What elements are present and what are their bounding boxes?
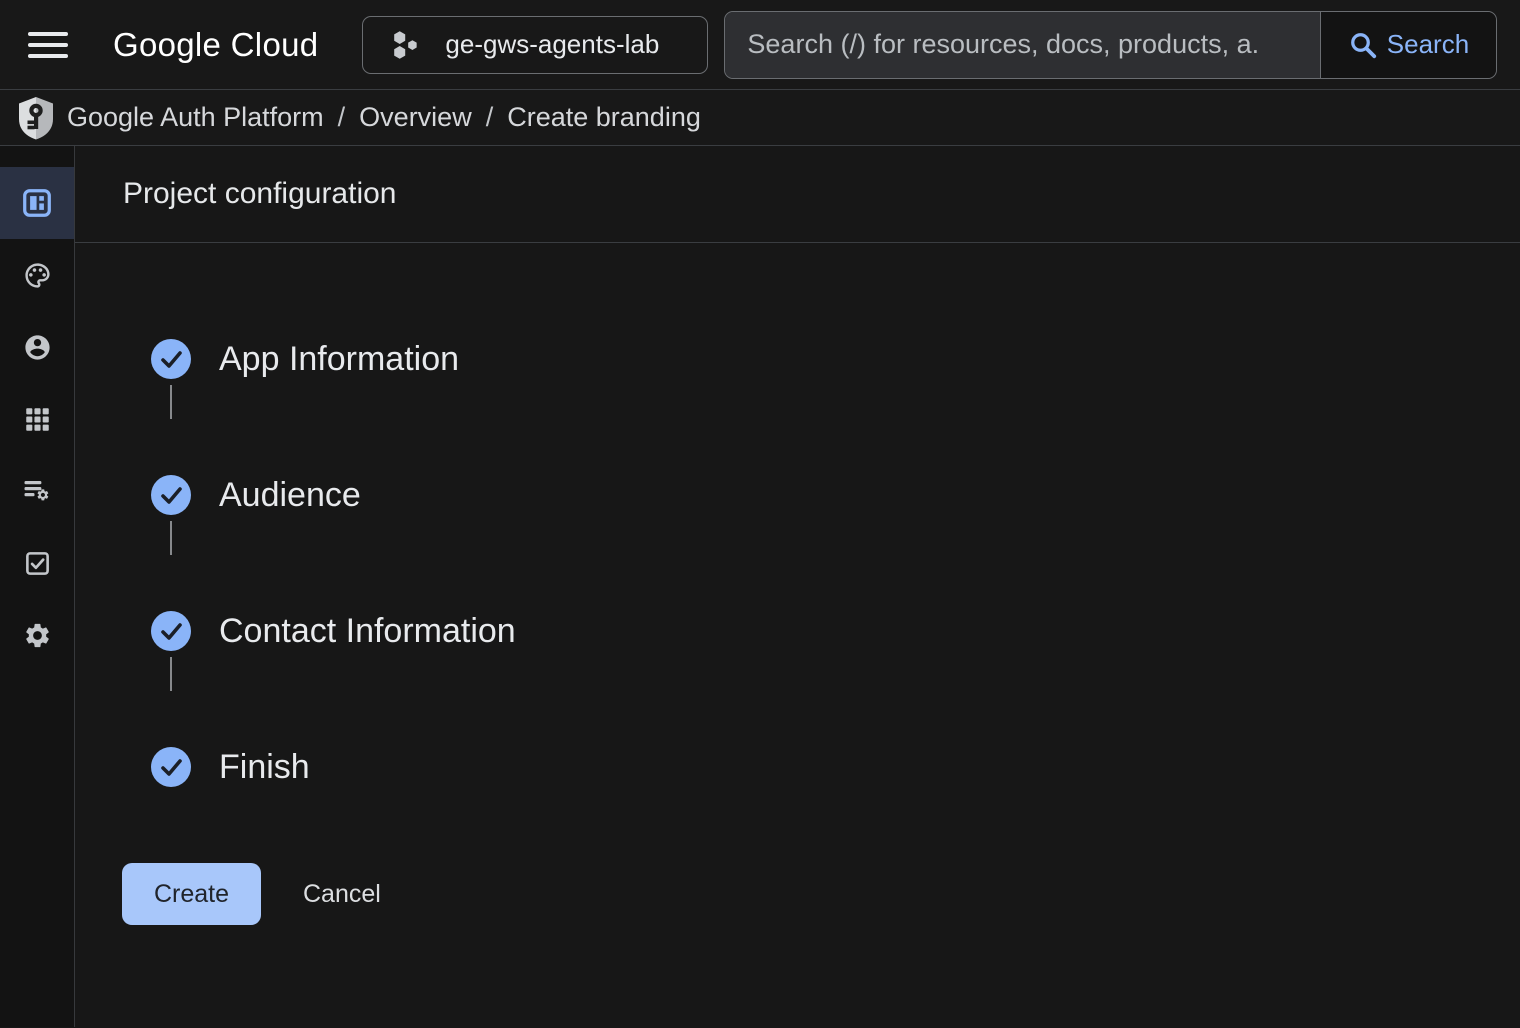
step-connector — [170, 385, 172, 419]
search-input[interactable] — [725, 12, 1320, 78]
page-title: Project configuration — [123, 177, 397, 211]
create-button[interactable]: Create — [122, 863, 261, 925]
hamburger-menu-button[interactable] — [28, 30, 68, 60]
palette-icon — [23, 261, 52, 290]
sidebar-item-settings[interactable] — [0, 599, 74, 671]
step-connector — [170, 521, 172, 555]
sidebar-item-data-access[interactable] — [0, 455, 74, 527]
search-icon — [1348, 30, 1378, 60]
step-completed-check-icon — [151, 475, 191, 515]
step-label: Audience — [219, 476, 361, 515]
dashboard-icon — [23, 189, 51, 217]
list-settings-icon — [22, 476, 52, 506]
project-hexagons-icon — [389, 27, 421, 63]
sidebar-item-overview[interactable] — [0, 167, 74, 239]
checkbox-icon — [24, 550, 51, 577]
sidebar-item-audience[interactable] — [0, 311, 74, 383]
breadcrumb-separator: / — [472, 102, 508, 133]
gear-icon — [23, 621, 52, 650]
step-contact-information: Contact Information — [151, 611, 1520, 747]
breadcrumb-item-overview[interactable]: Overview — [359, 102, 472, 133]
step-completed-check-icon — [151, 339, 191, 379]
project-selector[interactable]: ge-gws-agents-lab — [362, 16, 708, 74]
breadcrumb-separator: / — [324, 102, 360, 133]
main-content: Project configuration App Information — [75, 146, 1520, 1027]
step-connector — [170, 657, 172, 691]
hamburger-icon — [28, 32, 68, 36]
sidebar-item-branding[interactable] — [0, 239, 74, 311]
breadcrumb-item-current: Create branding — [507, 102, 701, 133]
sidebar-item-verification-center[interactable] — [0, 527, 74, 599]
step-completed-check-icon — [151, 611, 191, 651]
step-label: Contact Information — [219, 612, 516, 651]
page-header: Project configuration — [75, 146, 1520, 243]
sidebar-item-clients[interactable] — [0, 383, 74, 455]
apps-grid-icon — [24, 406, 51, 433]
breadcrumb: Google Auth Platform / Overview / Create… — [0, 90, 1520, 146]
auth-platform-shield-key-icon — [17, 96, 55, 140]
step-app-information: App Information — [151, 339, 1520, 475]
search-bar: Search — [724, 11, 1497, 79]
top-bar: Google Cloud ge-gws-agents-lab Search — [0, 0, 1520, 90]
step-completed-check-icon — [151, 747, 191, 787]
stepper: App Information Audience — [75, 243, 1520, 787]
step-label: Finish — [219, 748, 310, 787]
breadcrumb-item-platform[interactable]: Google Auth Platform — [67, 102, 324, 133]
step-label: App Information — [219, 340, 459, 379]
left-nav-rail — [0, 146, 75, 1027]
project-name: ge-gws-agents-lab — [445, 29, 659, 60]
cancel-button[interactable]: Cancel — [301, 870, 383, 919]
search-button[interactable]: Search — [1320, 12, 1496, 78]
step-finish: Finish — [151, 747, 1520, 787]
step-audience: Audience — [151, 475, 1520, 611]
google-cloud-logo[interactable]: Google Cloud — [113, 26, 318, 64]
account-circle-icon — [23, 333, 52, 362]
form-actions: Create Cancel — [75, 863, 1520, 925]
